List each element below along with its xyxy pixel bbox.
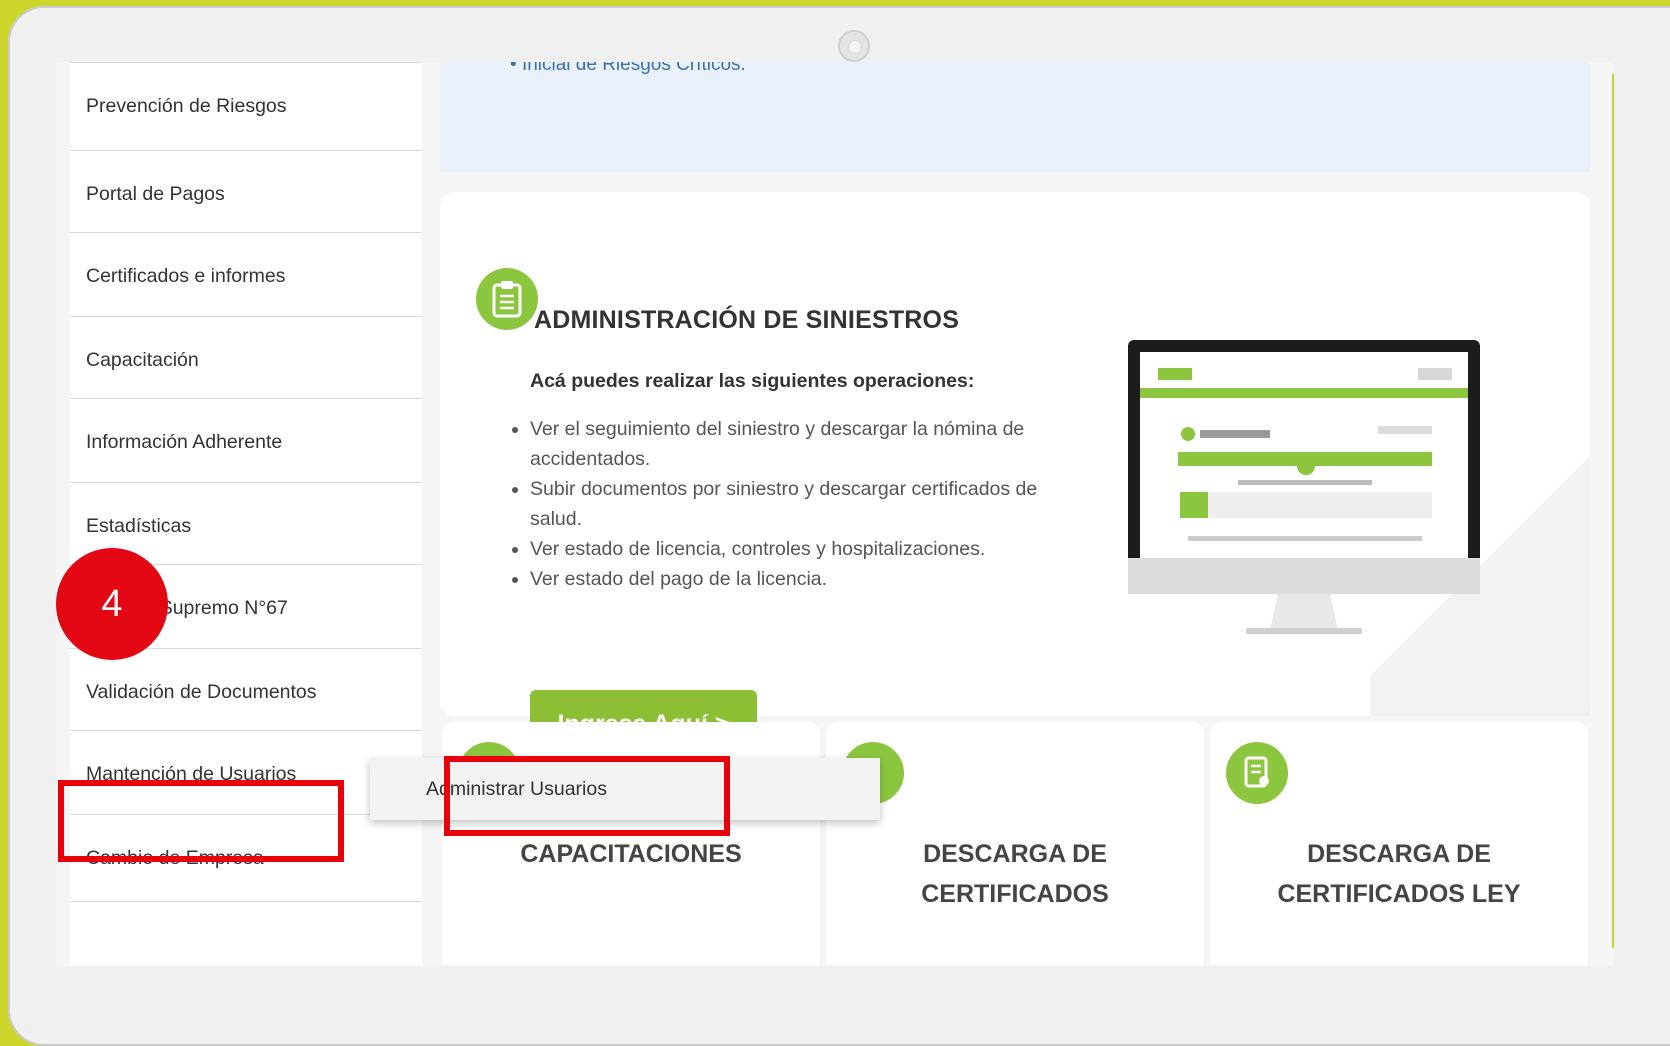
card-title: DESCARGA DE CERTIFICADOS <box>826 834 1204 914</box>
sidebar-item-capacitacion[interactable]: Capacitación <box>70 316 422 404</box>
descarga-certificados-card[interactable]: DESCARGA DE CERTIFICADOS <box>826 722 1204 966</box>
card-title: ADMINISTRACIÓN DE SINIESTROS <box>534 306 960 334</box>
operation-item: Ver estado del pago de la licencia. <box>530 564 1070 594</box>
operation-item: Ver estado de licencia, controles y hosp… <box>530 534 1070 564</box>
card-title: DESCARGA DE CERTIFICADOS LEY <box>1210 834 1588 914</box>
clipboard-icon <box>476 268 538 330</box>
banner-bullet: • Inicial de Riesgos Críticos. <box>510 62 746 76</box>
card-title-text: DESCARGA DE CERTIFICADOS <box>921 840 1109 908</box>
sidebar-item-validacion[interactable]: Validación de Documentos <box>70 648 422 736</box>
card-title: CAPACITACIONES <box>520 840 742 868</box>
sidebar-item-label: Capacitación <box>86 349 199 371</box>
camera-icon <box>838 30 870 62</box>
sidebar-item-certificados[interactable]: Certificados e informes <box>70 232 422 320</box>
info-banner: • Inicial de Riesgos Críticos. <box>440 62 1590 172</box>
sidebar-item-pagos[interactable]: Portal de Pagos <box>70 150 422 238</box>
card-subtitle: Acá puedes realizar las siguientes opera… <box>530 370 975 392</box>
card-title-text: DESCARGA DE CERTIFICADOS LEY <box>1277 840 1521 908</box>
siniestros-card: ADMINISTRACIÓN DE SINIESTROS Acá puedes … <box>440 192 1590 758</box>
operations-list: Ver el seguimiento del siniestro y desca… <box>508 414 1070 594</box>
highlight-box-sidebar <box>58 780 344 862</box>
operation-item: Subir documentos por siniestro y descarg… <box>530 474 1070 534</box>
sidebar-item-label: Estadísticas <box>86 515 192 537</box>
sidebar-item-label: Validación de Documentos <box>86 681 317 703</box>
monitor-illustration <box>1128 340 1480 634</box>
sidebar-item-label: Portal de Pagos <box>86 183 225 205</box>
operation-item: Ver el seguimiento del siniestro y desca… <box>530 414 1070 474</box>
sidebar-item-label: Certificados e informes <box>86 265 286 287</box>
banner-bullet-text: Inicial de Riesgos Críticos. <box>521 62 746 75</box>
step-badge: 4 <box>56 548 168 660</box>
descarga-certificados-ley-card[interactable]: DESCARGA DE CERTIFICADOS LEY <box>1210 722 1588 966</box>
highlight-box-submenu <box>444 756 730 836</box>
sidebar-item-informacion[interactable]: Información Adherente <box>70 398 422 486</box>
sidebar-item-label: Información Adherente <box>86 431 283 453</box>
sidebar-item-label: Prevención de Riesgos <box>86 95 287 117</box>
certificate-icon <box>1226 742 1288 804</box>
scrollbar-line <box>1612 74 1614 948</box>
sidebar-item-prevencion[interactable]: Prevención de Riesgos <box>70 62 422 150</box>
